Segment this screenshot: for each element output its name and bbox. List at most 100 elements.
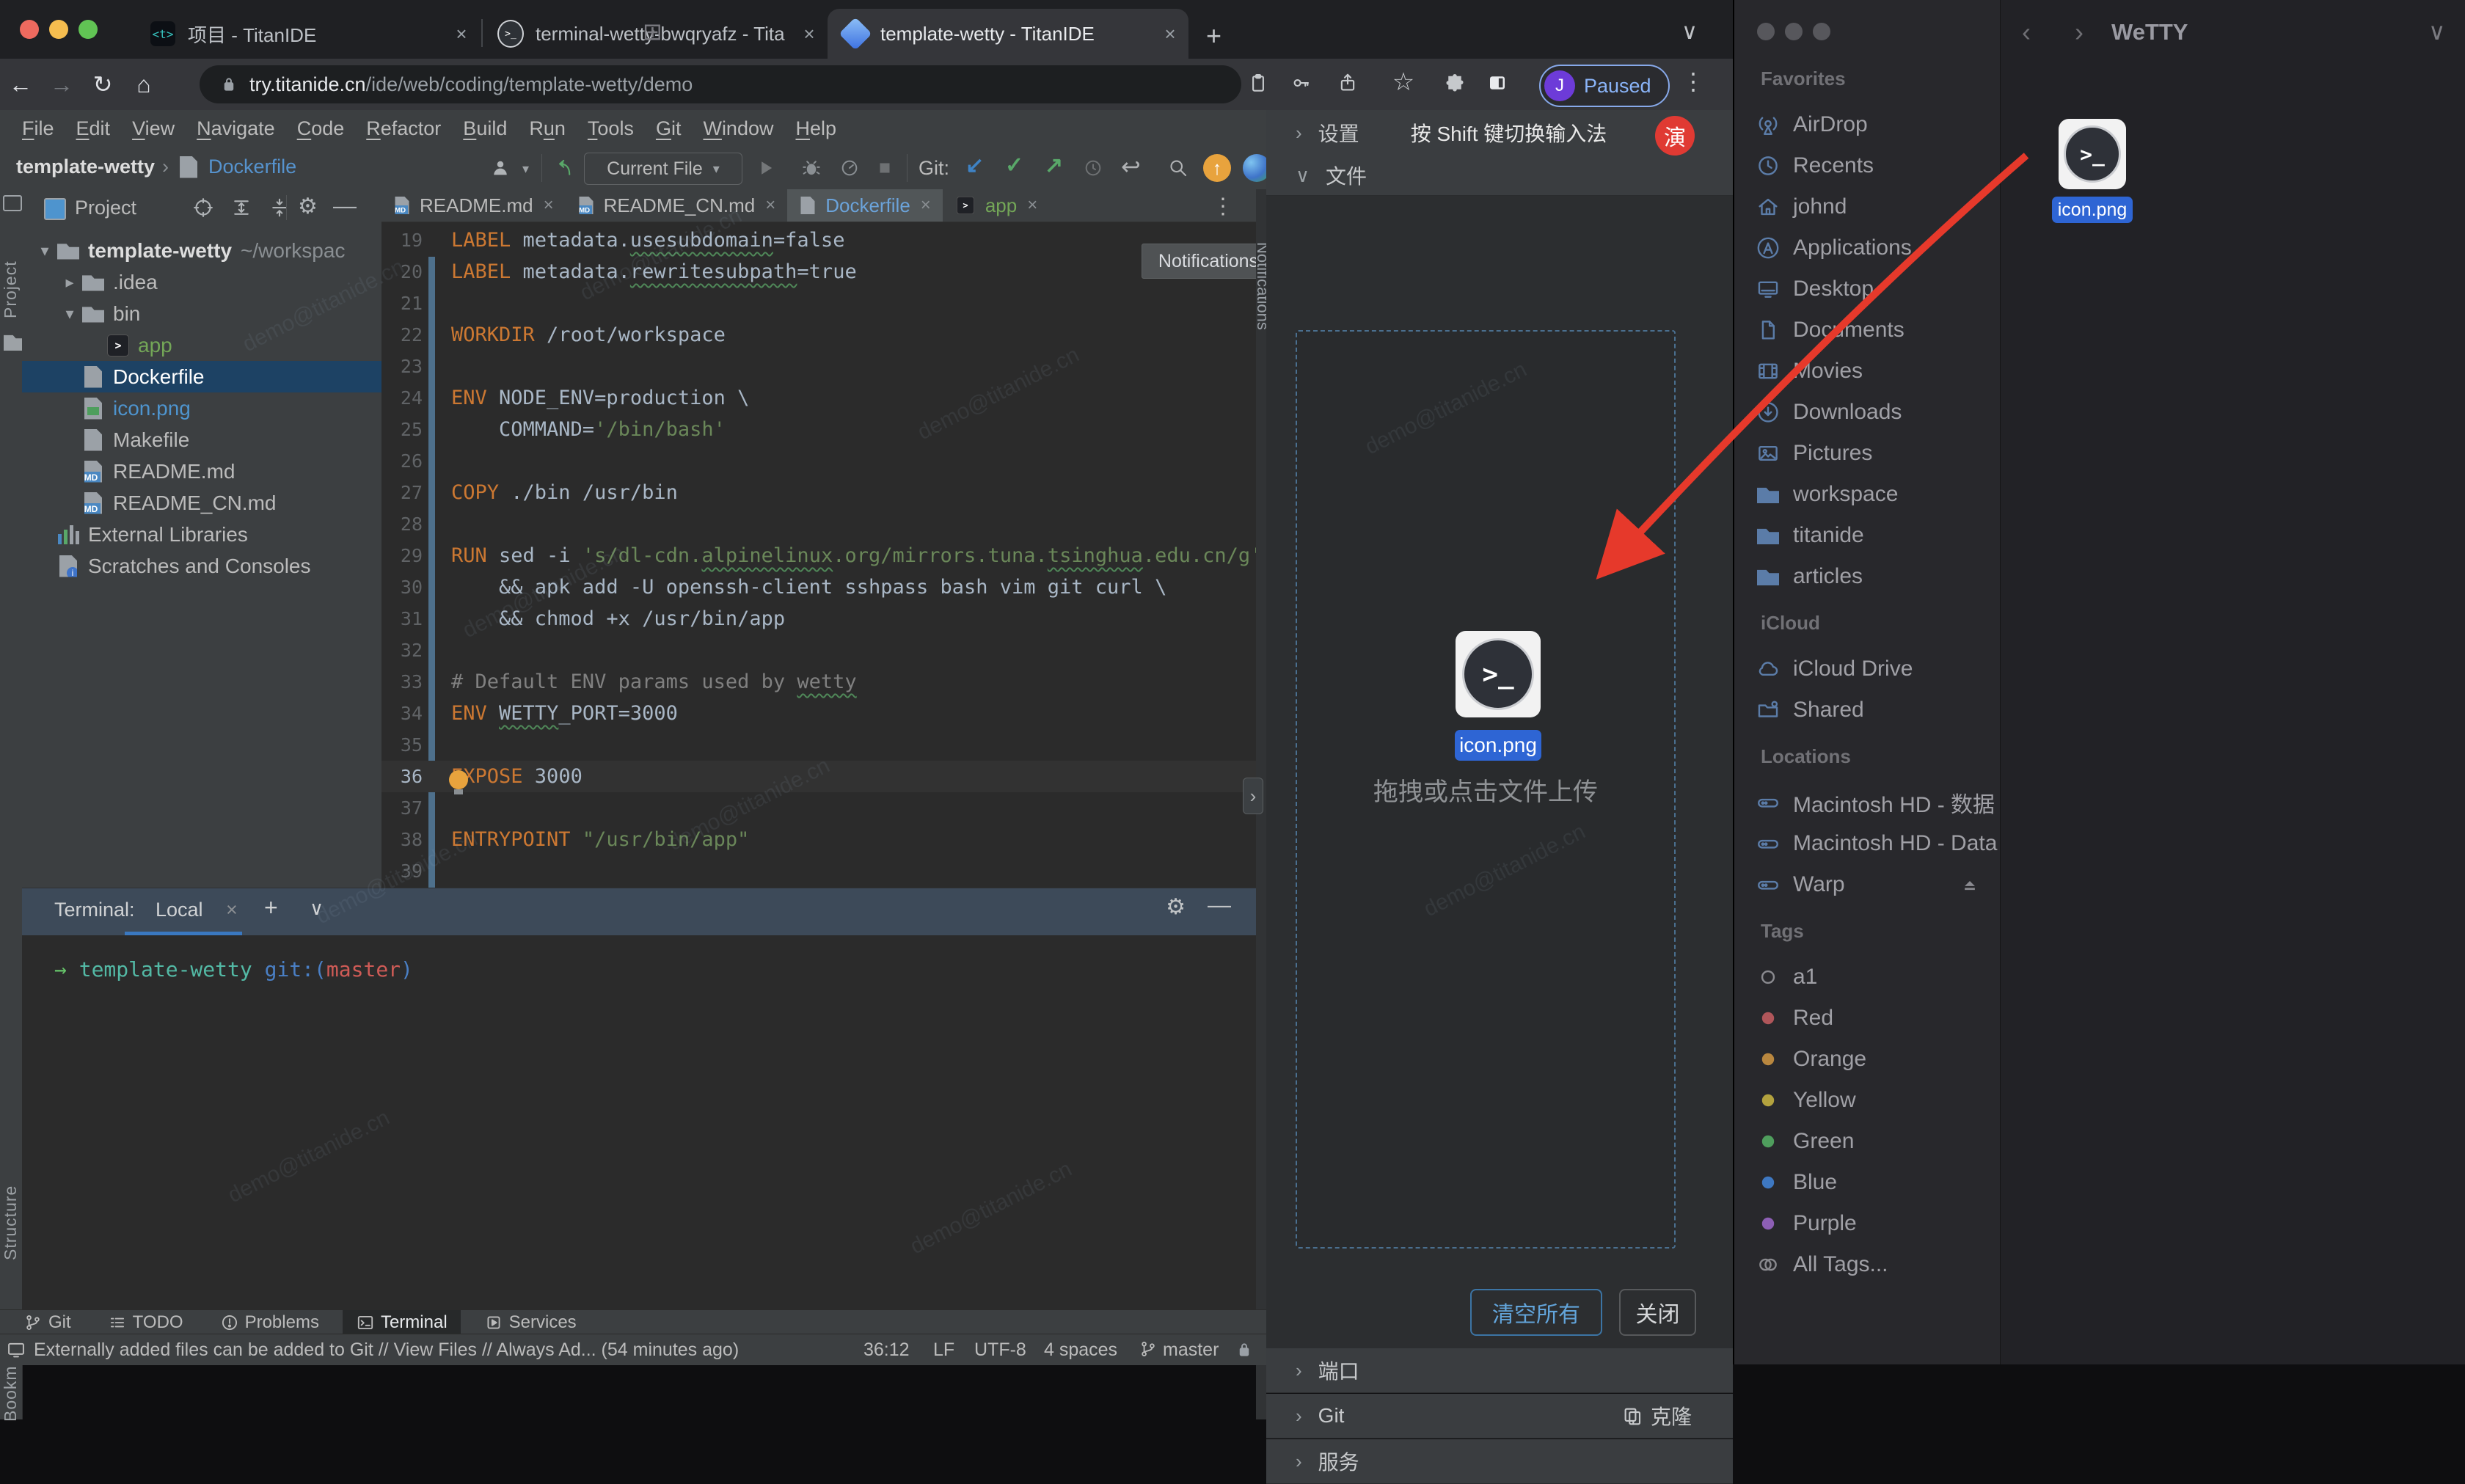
new-tab-button[interactable]: + bbox=[1206, 21, 1221, 51]
window-zoom-button[interactable] bbox=[78, 20, 98, 39]
finder-item-titanide[interactable]: titanide bbox=[1734, 515, 2000, 556]
finder-view-grid-icon[interactable]: ⊞ bbox=[643, 18, 662, 45]
run-icon[interactable] bbox=[750, 153, 782, 183]
stripe-structure-label[interactable]: Structure bbox=[1, 1143, 21, 1260]
files-label[interactable]: 文件 bbox=[1326, 161, 1367, 190]
finder-item-johnd[interactable]: johnd bbox=[1734, 186, 2000, 227]
eject-icon[interactable] bbox=[1959, 874, 1981, 896]
finder-item-orange[interactable]: Orange bbox=[1734, 1039, 2000, 1080]
window-close-button[interactable] bbox=[20, 20, 39, 39]
finder-item-desktop[interactable]: Desktop bbox=[1734, 268, 2000, 310]
uploaded-file-label[interactable]: icon.png bbox=[1455, 730, 1541, 761]
browser-menu-icon[interactable]: ⋮ bbox=[1681, 67, 1705, 95]
finder-item-purple[interactable]: Purple bbox=[1734, 1203, 2000, 1244]
finder-item-downloads[interactable]: Downloads bbox=[1734, 392, 2000, 433]
terminal-tab-local[interactable]: Local bbox=[156, 899, 203, 921]
home-button[interactable]: ⌂ bbox=[123, 71, 164, 98]
caret-position[interactable]: 36:12 bbox=[863, 1339, 910, 1361]
forward-button[interactable]: → bbox=[41, 71, 82, 98]
stripe-project-label[interactable]: Project bbox=[1, 216, 21, 318]
menu-refactor[interactable]: Refactor bbox=[366, 117, 441, 140]
code-line-23[interactable]: 23 bbox=[381, 351, 1256, 382]
finder-item-blue[interactable]: Blue bbox=[1734, 1162, 2000, 1203]
search-everywhere-icon[interactable] bbox=[1162, 153, 1194, 183]
code-line-39[interactable]: 39 bbox=[381, 855, 1256, 887]
clear-all-button[interactable]: 清空所有 bbox=[1470, 1289, 1602, 1336]
intention-bulb-icon[interactable] bbox=[449, 770, 468, 789]
editor-tab-menu-icon[interactable]: ⋮ bbox=[1212, 194, 1234, 219]
status-message[interactable]: Externally added files can be added to G… bbox=[34, 1339, 739, 1361]
breadcrumb-project[interactable]: template-wetty bbox=[16, 156, 155, 178]
tool-window-button-todo[interactable]: TODO bbox=[95, 1310, 197, 1334]
finder-item-warp[interactable]: Warp bbox=[1734, 864, 2000, 905]
code-line-22[interactable]: 22WORKDIR /root/workspace bbox=[381, 319, 1256, 351]
finder-item-pictures[interactable]: Pictures bbox=[1734, 433, 2000, 474]
tree-item-scratches-and-consoles[interactable]: iScratches and Consoles bbox=[22, 550, 381, 582]
terminal-prompt[interactable]: → template-wetty git:(master) bbox=[54, 957, 413, 982]
panel-expander-button[interactable]: › bbox=[1243, 778, 1263, 814]
password-key-icon[interactable] bbox=[1290, 72, 1332, 94]
editor-tab-dockerfile[interactable]: Dockerfile× bbox=[787, 189, 943, 222]
tree-item-external-libraries[interactable]: External Libraries bbox=[22, 519, 381, 550]
tool-window-icon[interactable] bbox=[3, 195, 22, 211]
terminal-minimize-icon[interactable]: — bbox=[1208, 891, 1231, 918]
browser-tab-3[interactable]: template-wetty - TitanIDE× bbox=[828, 9, 1188, 59]
tool-window-button-problems[interactable]: Problems bbox=[207, 1310, 332, 1334]
run-configuration-select[interactable]: Current File▾ bbox=[584, 153, 742, 185]
finder-item-macintosh-hd-[interactable]: Macintosh HD - 数据 bbox=[1734, 782, 2000, 823]
tree-chevron-icon[interactable]: ▸ bbox=[59, 273, 81, 292]
code-line-32[interactable]: 32 bbox=[381, 635, 1256, 666]
uploaded-file-thumbnail[interactable]: >_ bbox=[1456, 631, 1541, 717]
git-update-icon[interactable]: ↙ bbox=[965, 153, 984, 178]
panel-hide-icon[interactable]: — bbox=[333, 192, 357, 219]
finder-item-airdrop[interactable]: AirDrop bbox=[1734, 104, 2000, 145]
code-line-28[interactable]: 28 bbox=[381, 508, 1256, 540]
tab-close-icon[interactable]: × bbox=[1027, 195, 1037, 216]
git-commit-icon[interactable]: ✓ bbox=[1005, 153, 1023, 178]
undo-icon[interactable]: ↩ bbox=[1121, 153, 1141, 180]
finder-item-all-tags-[interactable]: All Tags... bbox=[1734, 1244, 2000, 1285]
tab-close-icon[interactable]: × bbox=[450, 23, 472, 45]
code-line-26[interactable]: 26 bbox=[381, 445, 1256, 477]
settings-label[interactable]: 设置 bbox=[1318, 118, 1359, 147]
rollback-icon[interactable] bbox=[549, 153, 581, 183]
stop-icon[interactable] bbox=[869, 153, 901, 183]
editor-tab-readme-md[interactable]: MDREADME.md× bbox=[381, 189, 566, 222]
tree-chevron-icon[interactable]: ▾ bbox=[34, 241, 56, 260]
menu-navigate[interactable]: Navigate bbox=[197, 117, 275, 140]
update-available-icon[interactable]: ↑ bbox=[1203, 154, 1231, 182]
finder-back-icon[interactable]: ‹ bbox=[2000, 17, 2053, 48]
finder-item-yellow[interactable]: Yellow bbox=[1734, 1080, 2000, 1121]
finder-item-movies[interactable]: Movies bbox=[1734, 351, 2000, 392]
code-line-27[interactable]: 27COPY ./bin /usr/bin bbox=[381, 477, 1256, 508]
finder-item-icloud-drive[interactable]: iCloud Drive bbox=[1734, 648, 2000, 690]
tree-item-readme-cn-md[interactable]: MDREADME_CN.md bbox=[22, 487, 381, 519]
menu-view[interactable]: View bbox=[132, 117, 175, 140]
finder-item-macintosh-hd-data[interactable]: Macintosh HD - Data bbox=[1734, 823, 2000, 864]
finder-file-label[interactable]: icon.png bbox=[2052, 197, 2133, 223]
lock-icon[interactable] bbox=[1234, 1339, 1255, 1360]
finder-item-red[interactable]: Red bbox=[1734, 998, 2000, 1039]
git-branch-name[interactable]: master bbox=[1163, 1339, 1219, 1361]
collapse-all-icon[interactable] bbox=[269, 197, 291, 219]
window-minimize-button[interactable] bbox=[49, 20, 68, 39]
code-line-21[interactable]: 21 bbox=[381, 288, 1256, 319]
locate-file-icon[interactable] bbox=[192, 197, 214, 219]
extensions-icon[interactable] bbox=[1444, 72, 1486, 94]
menu-build[interactable]: Build bbox=[463, 117, 507, 140]
menu-help[interactable]: Help bbox=[795, 117, 836, 140]
code-line-29[interactable]: 29RUN sed -i 's/dl-cdn.alpinelinux.org/m… bbox=[381, 540, 1256, 571]
tab-close-icon[interactable]: × bbox=[765, 195, 775, 216]
finder-view-dropdown-icon[interactable]: ∨ bbox=[2428, 18, 2445, 45]
profile-chip[interactable]: J Paused bbox=[1539, 65, 1670, 107]
tree-item-app[interactable]: >app bbox=[22, 329, 381, 361]
tool-window-button-git[interactable]: Git bbox=[10, 1310, 84, 1334]
new-terminal-icon[interactable]: + bbox=[264, 894, 278, 921]
menu-file[interactable]: File bbox=[22, 117, 54, 140]
project-panel-title[interactable]: Project bbox=[75, 197, 136, 219]
line-separator[interactable]: LF bbox=[933, 1339, 954, 1361]
reload-button[interactable]: ↻ bbox=[82, 70, 123, 98]
finder-item-documents[interactable]: Documents bbox=[1734, 310, 2000, 351]
git-push-icon[interactable]: ↗ bbox=[1045, 153, 1063, 178]
breadcrumb-file[interactable]: Dockerfile bbox=[208, 156, 296, 178]
